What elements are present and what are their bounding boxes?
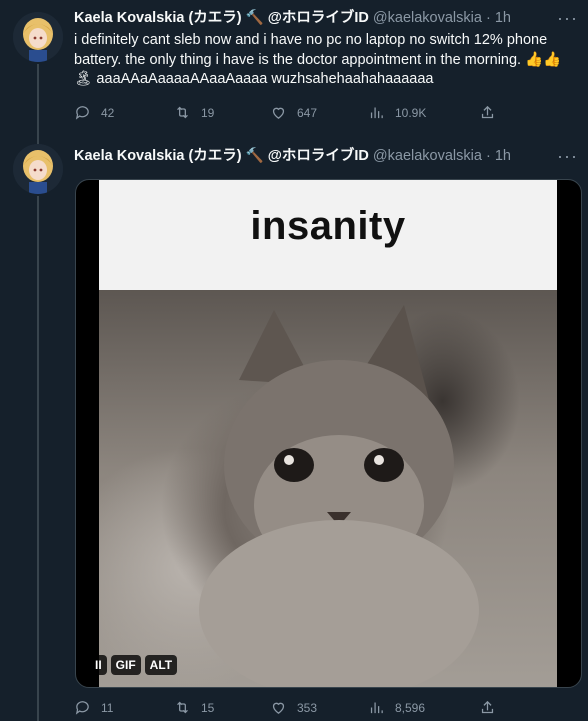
heart-icon bbox=[272, 107, 285, 119]
timestamp[interactable]: 1h bbox=[495, 10, 511, 26]
reply-button[interactable]: 11 bbox=[74, 699, 113, 716]
avatar-image bbox=[13, 144, 63, 194]
kitten-illustration bbox=[199, 305, 479, 687]
alt-badge[interactable]: ALT bbox=[144, 655, 178, 675]
gif-badge: GIF bbox=[110, 655, 141, 675]
timestamp[interactable]: 1h bbox=[495, 148, 511, 164]
avatar[interactable] bbox=[13, 12, 63, 62]
tweet-header: Kaela Kovalskia (カエラ) 🔨 @ホロライブID @kaelak… bbox=[74, 8, 578, 28]
like-count: 647 bbox=[297, 105, 318, 120]
views-button[interactable]: 8,596 bbox=[368, 699, 425, 716]
retweet-count: 19 bbox=[201, 105, 215, 120]
retweet-icon bbox=[177, 106, 188, 119]
pause-button[interactable]: II bbox=[90, 655, 107, 675]
action-bar: 42 19 647 10.9K bbox=[74, 104, 554, 124]
reply-count: 42 bbox=[101, 105, 115, 120]
reply-button[interactable]: 42 bbox=[74, 104, 114, 121]
kitten-photo bbox=[99, 290, 557, 687]
view-count: 8,596 bbox=[395, 700, 426, 715]
share-button[interactable] bbox=[479, 104, 496, 121]
more-icon[interactable]: ··· bbox=[557, 146, 578, 166]
display-name[interactable]: Kaela Kovalskia (カエラ) 🔨 @ホロライブID bbox=[74, 148, 369, 164]
gif-caption: insanity bbox=[250, 204, 406, 248]
tweet-text: i definitely cant sleb now and i have no… bbox=[74, 32, 562, 87]
display-name[interactable]: Kaela Kovalskia (カエラ) 🔨 @ホロライブID bbox=[74, 10, 369, 26]
action-bar: 11 15 353 8,596 bbox=[74, 699, 554, 719]
retweet-button[interactable]: 15 bbox=[174, 699, 214, 716]
heart-icon bbox=[272, 702, 285, 714]
share-icon bbox=[481, 105, 494, 119]
separator: · bbox=[485, 148, 491, 164]
share-icon bbox=[481, 700, 494, 714]
like-button[interactable]: 353 bbox=[270, 699, 317, 716]
gif-media[interactable]: insanity II GIF ALT bbox=[75, 179, 582, 688]
gif-frame: insanity bbox=[99, 180, 557, 687]
retweet-icon bbox=[177, 701, 188, 714]
like-count: 353 bbox=[297, 700, 318, 715]
handle[interactable]: @kaelakovalskia bbox=[373, 148, 482, 164]
view-count: 10.9K bbox=[395, 105, 427, 120]
tweet-header: Kaela Kovalskia (カエラ) 🔨 @ホロライブID @kaelak… bbox=[74, 146, 578, 166]
more-icon[interactable]: ··· bbox=[557, 8, 578, 28]
reply-icon bbox=[75, 701, 89, 715]
share-button[interactable] bbox=[479, 699, 496, 716]
reply-count: 11 bbox=[101, 700, 114, 715]
retweet-button[interactable]: 19 bbox=[174, 104, 214, 121]
avatar-image bbox=[13, 12, 63, 62]
views-button[interactable]: 10.9K bbox=[368, 104, 426, 121]
avatar[interactable] bbox=[13, 144, 63, 194]
bar-chart-icon bbox=[370, 702, 383, 714]
tweet[interactable]: Kaela Kovalskia (カエラ) 🔨 @ホロライブID @kaelak… bbox=[0, 0, 588, 135]
reply-icon bbox=[75, 106, 89, 120]
bar-chart-icon bbox=[370, 107, 383, 119]
like-button[interactable]: 647 bbox=[270, 104, 317, 121]
handle[interactable]: @kaelakovalskia bbox=[373, 10, 482, 26]
media-badges: II GIF ALT bbox=[90, 655, 178, 675]
separator: · bbox=[485, 10, 491, 26]
retweet-count: 15 bbox=[201, 700, 215, 715]
